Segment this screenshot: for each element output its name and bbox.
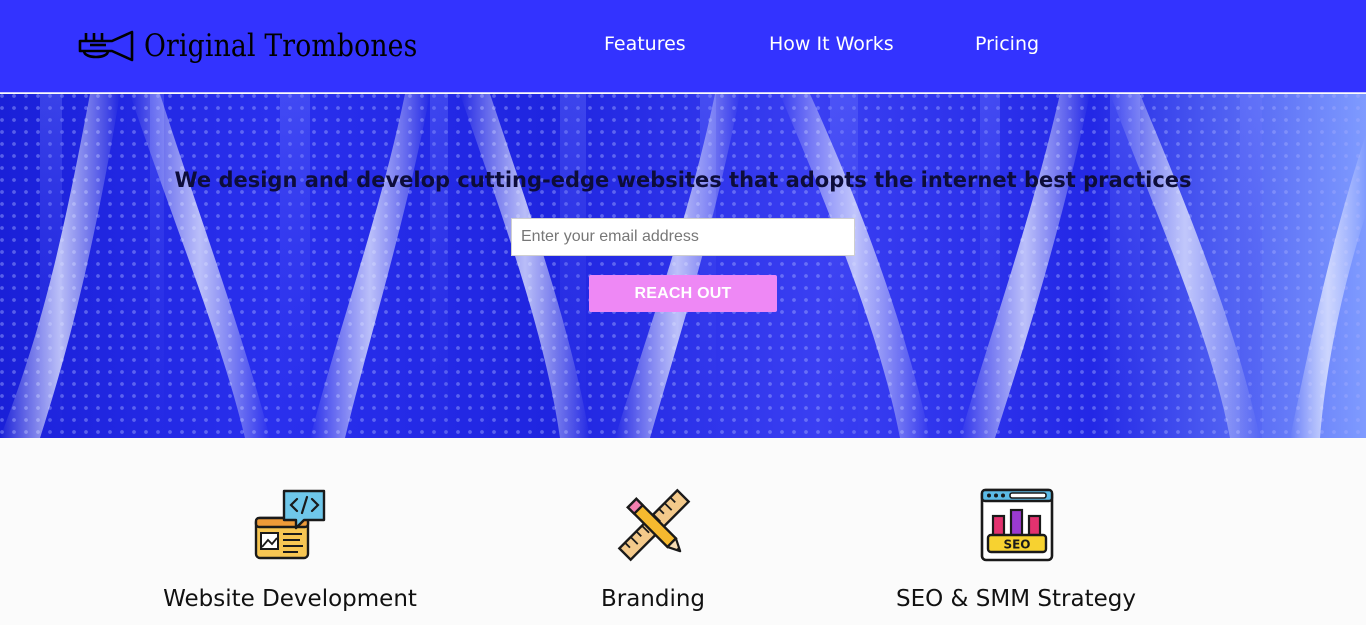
feature-title-website-development: Website Development — [163, 586, 417, 612]
nav-link-pricing[interactable]: Pricing — [975, 33, 1039, 55]
email-input[interactable] — [511, 218, 855, 256]
main-nav: Features How It Works Pricing — [0, 33, 1366, 61]
features-section: Website Development Branding SEO SEO & S… — [0, 438, 1366, 625]
svg-text:SEO: SEO — [1003, 538, 1030, 552]
ruler-pencil-icon — [617, 488, 691, 562]
seo-chart-icon: SEO — [980, 488, 1054, 562]
code-window-icon — [254, 489, 326, 560]
hero-headline: We design and develop cutting-edge websi… — [174, 168, 1192, 192]
nav-link-features[interactable]: Features — [604, 33, 686, 55]
feature-title-seo-smm-strategy: SEO & SMM Strategy — [896, 586, 1136, 612]
hero-background-art — [0, 94, 1366, 438]
hero-section: We design and develop cutting-edge websi… — [0, 94, 1366, 438]
reach-out-button[interactable]: REACH OUT — [589, 275, 777, 312]
nav-link-how-it-works[interactable]: How It Works — [769, 33, 894, 55]
site-header: Original Trombones Features How It Works… — [0, 0, 1366, 93]
feature-title-branding: Branding — [600, 586, 706, 612]
